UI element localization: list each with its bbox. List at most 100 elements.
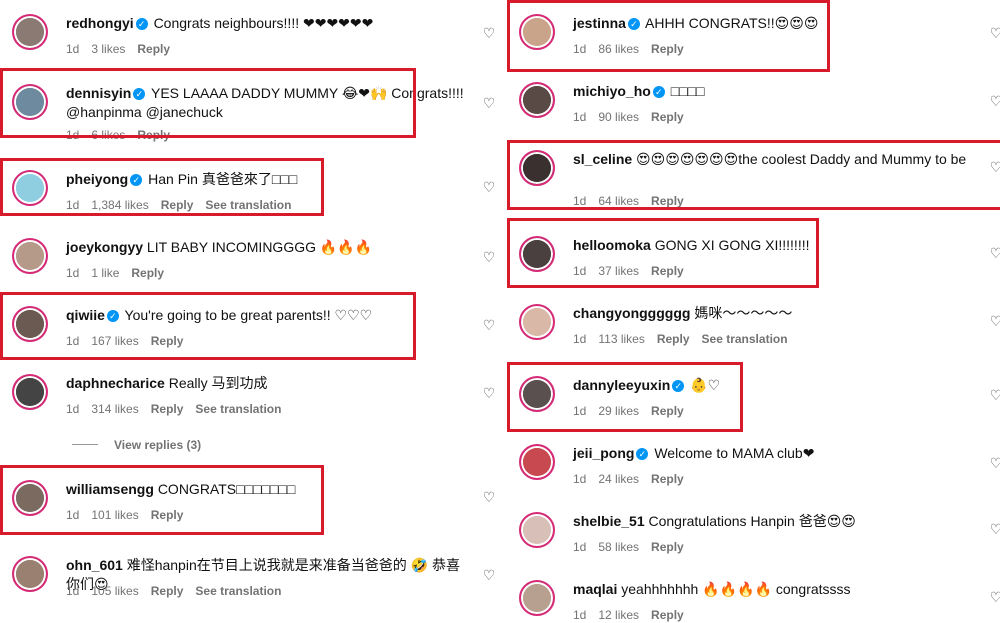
comment-username[interactable]: shelbie_51	[573, 513, 645, 529]
avatar[interactable]	[519, 82, 555, 118]
comment-username[interactable]: jeii_pong	[573, 445, 634, 461]
comment-likes-count[interactable]: 314 likes	[91, 402, 138, 416]
comment-body: Congratulations Hanpin 爸爸😍😍	[648, 513, 856, 529]
avatar[interactable]	[519, 444, 555, 480]
reply-button[interactable]: Reply	[651, 472, 684, 486]
comment-likes-count[interactable]: 105 likes	[91, 584, 138, 598]
comment-likes-count[interactable]: 6 likes	[91, 128, 125, 142]
comment-likes-count[interactable]: 29 likes	[598, 404, 639, 418]
comment-likes-count[interactable]: 86 likes	[598, 42, 639, 56]
comment-likes-count[interactable]: 3 likes	[91, 42, 125, 56]
avatar[interactable]	[12, 84, 48, 120]
avatar[interactable]	[12, 306, 48, 342]
avatar[interactable]	[12, 170, 48, 206]
like-heart-icon[interactable]: ♡	[989, 314, 1000, 328]
like-heart-icon[interactable]: ♡	[482, 180, 496, 194]
comment-likes-count[interactable]: 90 likes	[598, 110, 639, 124]
like-heart-icon[interactable]: ♡	[482, 490, 496, 504]
comment-username[interactable]: ohn_601	[66, 557, 123, 573]
comment-username[interactable]: sl_celine	[573, 151, 632, 167]
like-heart-icon[interactable]: ♡	[482, 386, 496, 400]
comment-username[interactable]: joeykongyy	[66, 239, 143, 255]
comment-text-line: williamsengg CONGRATS□□□□□□□	[66, 480, 470, 499]
like-heart-icon[interactable]: ♡	[482, 96, 496, 110]
avatar[interactable]	[12, 14, 48, 50]
avatar[interactable]	[12, 480, 48, 516]
reply-button[interactable]: Reply	[151, 334, 184, 348]
see-translation-button[interactable]: See translation	[702, 332, 788, 346]
avatar[interactable]	[519, 14, 555, 50]
reply-button[interactable]: Reply	[131, 266, 164, 280]
like-heart-icon[interactable]: ♡	[482, 26, 496, 40]
comment-likes-count[interactable]: 37 likes	[598, 264, 639, 278]
comment-username[interactable]: changyongggggg	[573, 305, 690, 321]
comment-username[interactable]: redhongyi	[66, 15, 134, 31]
reply-button[interactable]: Reply	[651, 42, 684, 56]
comment-meta: 1d 113 likes Reply See translation	[573, 332, 800, 346]
reply-button[interactable]: Reply	[137, 42, 170, 56]
like-heart-icon[interactable]: ♡	[989, 388, 1000, 402]
comment-username[interactable]: jestinna	[573, 15, 626, 31]
avatar[interactable]	[12, 238, 48, 274]
comment-likes-count[interactable]: 58 likes	[598, 540, 639, 554]
comment-username[interactable]: maqlai	[573, 581, 617, 597]
like-heart-icon[interactable]: ♡	[482, 568, 496, 582]
like-heart-icon[interactable]: ♡	[989, 456, 1000, 470]
comment-username[interactable]: dannyleeyuxin	[573, 377, 670, 393]
avatar[interactable]	[519, 304, 555, 340]
see-translation-button[interactable]: See translation	[195, 402, 281, 416]
verified-badge-icon: ✓	[135, 18, 148, 30]
comment-likes-count[interactable]: 12 likes	[598, 608, 639, 622]
comment-likes-count[interactable]: 167 likes	[91, 334, 138, 348]
comment-username[interactable]: williamsengg	[66, 481, 154, 497]
comment-username[interactable]: dennisyin	[66, 85, 131, 101]
comment-username[interactable]: qiwiie	[66, 307, 105, 323]
reply-button[interactable]: Reply	[651, 194, 684, 208]
verified-badge-icon: ✓	[627, 18, 640, 30]
like-heart-icon[interactable]: ♡	[989, 590, 1000, 604]
comment-likes-count[interactable]: 1 like	[91, 266, 119, 280]
reply-button[interactable]: Reply	[651, 608, 684, 622]
comment-timestamp: 1d	[573, 264, 587, 278]
view-replies-link[interactable]: View replies (3)	[72, 438, 201, 452]
comment-likes-count[interactable]: 113 likes	[598, 332, 644, 346]
avatar[interactable]	[519, 236, 555, 272]
comment-meta: 1d 1 like Reply	[66, 266, 176, 280]
comment-likes-count[interactable]: 101 likes	[91, 508, 138, 522]
avatar[interactable]	[519, 150, 555, 186]
verified-badge-icon: ✓	[130, 174, 143, 186]
like-heart-icon[interactable]: ♡	[989, 522, 1000, 536]
reply-button[interactable]: Reply	[651, 264, 684, 278]
like-heart-icon[interactable]: ♡	[989, 94, 1000, 108]
reply-button[interactable]: Reply	[151, 508, 184, 522]
comment-likes-count[interactable]: 1,384 likes	[91, 198, 148, 212]
see-translation-button[interactable]: See translation	[205, 198, 291, 212]
comment-likes-count[interactable]: 24 likes	[598, 472, 639, 486]
comment-username[interactable]: pheiyong	[66, 171, 128, 187]
comment-username[interactable]: michiyo_ho	[573, 83, 651, 99]
reply-button[interactable]: Reply	[657, 332, 690, 346]
comment-username[interactable]: daphnecharice	[66, 375, 165, 391]
comment-timestamp: 1d	[573, 194, 587, 208]
like-heart-icon[interactable]: ♡	[989, 160, 1000, 174]
like-heart-icon[interactable]: ♡	[482, 250, 496, 264]
avatar[interactable]	[519, 376, 555, 412]
like-heart-icon[interactable]: ♡	[482, 318, 496, 332]
comment-body: □□□□	[670, 83, 705, 99]
reply-button[interactable]: Reply	[151, 584, 184, 598]
see-translation-button[interactable]: See translation	[195, 584, 281, 598]
like-heart-icon[interactable]: ♡	[989, 26, 1000, 40]
avatar[interactable]	[12, 556, 48, 592]
avatar[interactable]	[519, 580, 555, 616]
reply-button[interactable]: Reply	[161, 198, 194, 212]
comment-likes-count[interactable]: 64 likes	[598, 194, 639, 208]
avatar[interactable]	[519, 512, 555, 548]
reply-button[interactable]: Reply	[651, 404, 684, 418]
like-heart-icon[interactable]: ♡	[989, 246, 1000, 260]
reply-button[interactable]: Reply	[151, 402, 184, 416]
avatar[interactable]	[12, 374, 48, 410]
comment-username[interactable]: helloomoka	[573, 237, 651, 253]
reply-button[interactable]: Reply	[137, 128, 170, 142]
reply-button[interactable]: Reply	[651, 540, 684, 554]
reply-button[interactable]: Reply	[651, 110, 684, 124]
